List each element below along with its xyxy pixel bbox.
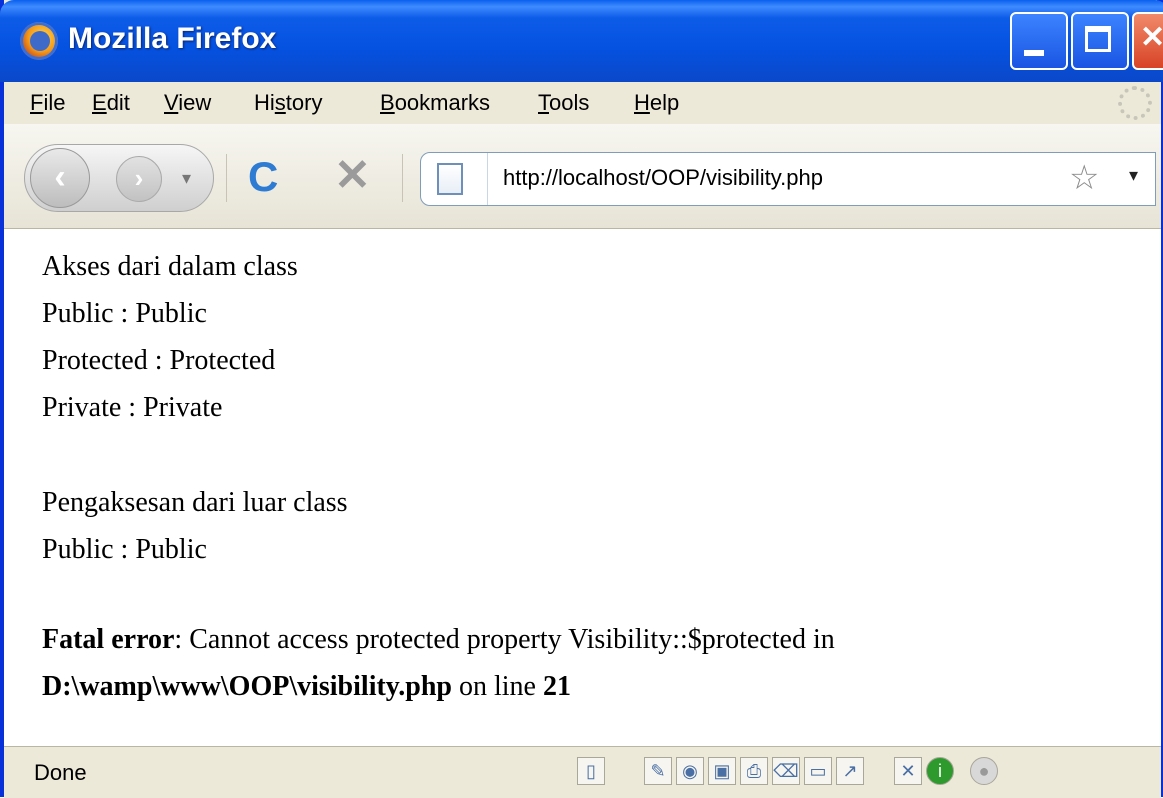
status-text: Done xyxy=(34,760,87,785)
url-divider xyxy=(487,153,488,205)
close-button[interactable] xyxy=(1132,12,1163,70)
menu-view[interactable]: View xyxy=(164,90,211,116)
page-content: Akses dari dalam class Public : Public P… xyxy=(4,229,1161,746)
menu-bookmarks[interactable]: Bookmarks xyxy=(380,90,490,116)
print-icon[interactable]: ⎙ xyxy=(740,757,768,785)
toolbar-divider xyxy=(226,154,227,202)
menu-edit[interactable]: Edit xyxy=(92,90,130,116)
url-input[interactable]: http://localhost/OOP/visibility.php xyxy=(503,165,823,191)
menu-file[interactable]: File xyxy=(30,90,65,116)
text-line: Public : Public xyxy=(42,298,207,329)
addon-icon[interactable]: ● xyxy=(970,757,998,785)
text-line: Protected : Protected xyxy=(42,345,276,376)
history-dropdown-icon[interactable]: ▾ xyxy=(182,168,191,189)
info-icon[interactable]: i xyxy=(926,757,954,785)
text-line: Pengaksesan dari luar class xyxy=(42,487,348,518)
window-title: Mozilla Firefox xyxy=(68,22,277,55)
url-bar[interactable]: http://localhost/OOP/visibility.php ☆ ▾ xyxy=(420,152,1156,206)
fatal-error-line: Fatal error: Cannot access protected pro… xyxy=(42,624,835,656)
forward-button[interactable]: › xyxy=(116,156,162,202)
back-button[interactable]: ‹ xyxy=(30,148,90,208)
eraser-icon[interactable]: ⌫ xyxy=(772,757,800,785)
title-bar[interactable]: Mozilla Firefox xyxy=(0,0,1163,82)
bookmark-star-icon[interactable]: ☆ xyxy=(1069,159,1099,197)
error-line-number: 21 xyxy=(542,671,571,702)
browser-window: Mozilla Firefox File Edit View History B… xyxy=(0,0,1163,798)
menu-help[interactable]: Help xyxy=(634,90,679,116)
reload-button[interactable]: C xyxy=(248,156,278,198)
error-message: : Cannot access protected property Visib… xyxy=(174,624,835,655)
text-line: Private : Private xyxy=(42,392,223,423)
edit-pencil-icon[interactable]: ✎ xyxy=(644,757,672,785)
error-line-text: on line xyxy=(451,671,543,702)
menu-bar: File Edit View History Bookmarks Tools H… xyxy=(4,82,1161,124)
stop-button[interactable]: ✕ xyxy=(334,154,371,198)
error-file-path: D:\wamp\www\OOP\visibility.php xyxy=(42,671,452,702)
text-line: Public : Public xyxy=(42,534,207,565)
graph-icon[interactable]: ↗ xyxy=(836,757,864,785)
menu-history[interactable]: History xyxy=(254,90,322,116)
menu-tools[interactable]: Tools xyxy=(538,90,589,116)
fatal-error-label: Fatal error xyxy=(42,624,175,655)
error-location-line: D:\wamp\www\OOP\visibility.php on line 2… xyxy=(42,671,571,703)
tools-icon[interactable]: ✕ xyxy=(894,757,922,785)
navigation-toolbar: ‹ › ▾ C ✕ http://localhost/OOP/visibilit… xyxy=(4,124,1161,229)
maximize-button[interactable] xyxy=(1071,12,1129,70)
status-bar: Done ▯ ✎ ◉ ▣ ⎙ ⌫ ▭ ↗ ✕ i ● xyxy=(4,746,1161,798)
toolbar-divider xyxy=(402,154,403,202)
text-line: Akses dari dalam class xyxy=(42,251,298,282)
page-icon xyxy=(437,163,463,195)
firefox-logo-icon xyxy=(20,22,58,60)
globe-icon[interactable]: ◉ xyxy=(676,757,704,785)
activity-throbber-icon xyxy=(1118,86,1152,120)
page-info-icon[interactable]: ▯ xyxy=(577,757,605,785)
minimize-button[interactable] xyxy=(1010,12,1068,70)
screen-icon[interactable]: ▭ xyxy=(804,757,832,785)
save-icon[interactable]: ▣ xyxy=(708,757,736,785)
url-dropdown-icon[interactable]: ▾ xyxy=(1129,165,1138,186)
